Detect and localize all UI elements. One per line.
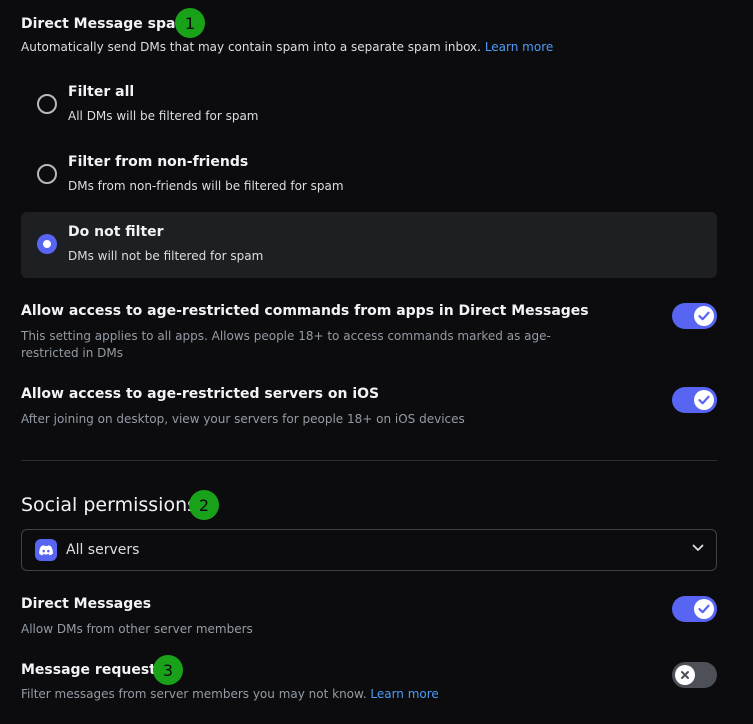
checkmark-icon: [698, 395, 710, 405]
radio-option-filter-all[interactable]: Filter all All DMs will be filtered for …: [21, 72, 717, 138]
radio-button[interactable]: [37, 164, 57, 184]
radio-option-label: Filter all: [68, 84, 135, 100]
message-requests-description: Filter messages from server members you …: [21, 686, 439, 703]
age-servers-title: Allow access to age-restricted servers o…: [21, 386, 380, 402]
message-requests-learn-more-link[interactable]: Learn more: [370, 687, 438, 701]
message-requests-title: Message requests: [21, 662, 165, 678]
social-permissions-title: Social permissions: [21, 494, 198, 516]
dm-spam-title: Direct Message spam: [21, 16, 191, 32]
toggle-knob: [694, 390, 714, 410]
age-servers-toggle[interactable]: [672, 387, 717, 413]
annotation-badge-2: 2: [189, 490, 219, 520]
annotation-badge-3: 3: [153, 655, 183, 685]
direct-messages-title: Direct Messages: [21, 596, 152, 612]
age-servers-description: After joining on desktop, view your serv…: [21, 412, 465, 426]
annotation-badge-1: 1: [175, 8, 205, 38]
direct-messages-description: Allow DMs from other server members: [21, 622, 253, 636]
radio-option-description: DMs from non-friends will be filtered fo…: [68, 179, 344, 193]
dm-spam-description: Automatically send DMs that may contain …: [21, 40, 553, 54]
server-select-dropdown[interactable]: All servers: [21, 529, 717, 571]
dm-spam-description-text: Automatically send DMs that may contain …: [21, 40, 481, 54]
discord-logo-glyph: [39, 544, 53, 555]
radio-option-label: Do not filter: [68, 224, 164, 240]
dm-spam-learn-more-link[interactable]: Learn more: [485, 40, 553, 54]
checkmark-icon: [698, 604, 710, 614]
checkmark-icon: [698, 311, 710, 321]
toggle-knob: [675, 665, 695, 685]
age-commands-description-line: restricted in DMs: [21, 346, 123, 360]
direct-messages-toggle[interactable]: [672, 596, 717, 622]
discord-icon: [35, 539, 57, 561]
chevron-down-icon: [692, 544, 704, 551]
radio-option-description: DMs will not be filtered for spam: [68, 249, 264, 263]
server-select-value: All servers: [66, 542, 140, 558]
toggle-knob: [694, 306, 714, 326]
radio-button-selected[interactable]: [37, 234, 57, 254]
radio-option-description: All DMs will be filtered for spam: [68, 109, 259, 123]
message-requests-description-text: Filter messages from server members you …: [21, 687, 367, 701]
toggle-knob: [694, 599, 714, 619]
privacy-settings-panel: Direct Message spam 1 Automatically send…: [0, 0, 753, 724]
close-icon: [681, 671, 689, 679]
radio-option-label: Filter from non-friends: [68, 154, 249, 170]
radio-option-filter-non-friends[interactable]: Filter from non-friends DMs from non-fri…: [21, 142, 717, 208]
age-commands-description-line: This setting applies to all apps. Allows…: [21, 329, 551, 343]
age-commands-toggle[interactable]: [672, 303, 717, 329]
radio-option-do-not-filter[interactable]: Do not filter DMs will not be filtered f…: [21, 212, 717, 278]
section-divider: [21, 460, 717, 461]
message-requests-toggle[interactable]: [672, 662, 717, 688]
age-commands-title: Allow access to age-restricted commands …: [21, 303, 589, 319]
age-commands-description: This setting applies to all apps. Allows…: [21, 328, 551, 362]
radio-button[interactable]: [37, 94, 57, 114]
